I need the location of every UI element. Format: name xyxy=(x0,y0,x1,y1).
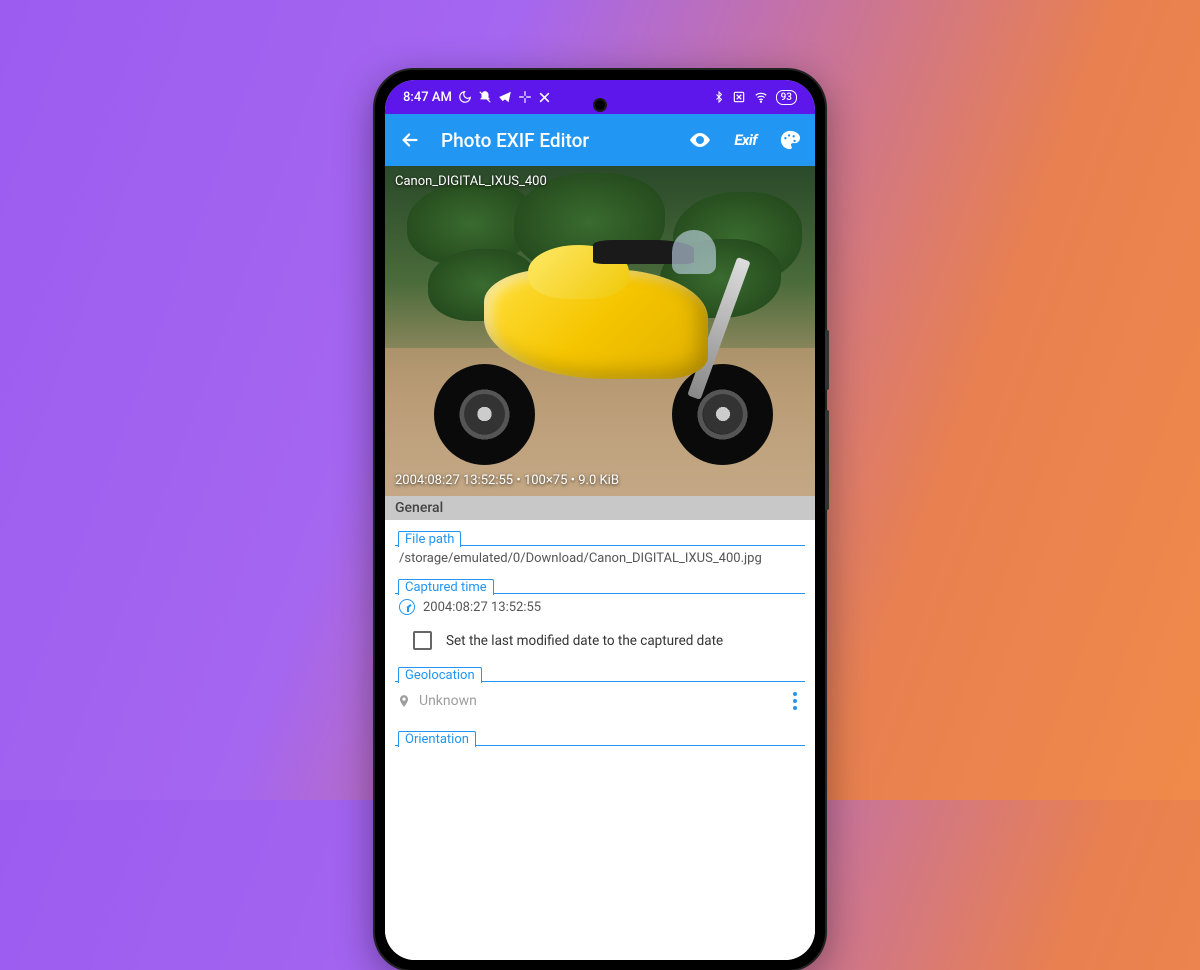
set-modified-date-row[interactable]: Set the last modified date to the captur… xyxy=(395,617,805,656)
field-file-path[interactable]: File path /storage/emulated/0/Download/C… xyxy=(395,528,805,568)
mute-icon xyxy=(478,90,492,104)
motorcycle-graphic xyxy=(419,225,780,469)
status-time: 8:47 AM xyxy=(403,90,452,105)
field-geolocation[interactable]: Geolocation Unknown xyxy=(395,664,805,720)
camera-model-label: Canon_DIGITAL_IXUS_400 xyxy=(395,174,547,189)
telegram-icon xyxy=(498,90,512,104)
bluetooth-icon xyxy=(713,90,725,104)
view-icon[interactable] xyxy=(688,128,712,152)
moon-icon xyxy=(458,90,472,104)
battery-indicator: 93 xyxy=(776,90,797,105)
screen: 8:47 AM 93 Photo EXIF Editor xyxy=(385,80,815,960)
pinwheel-icon xyxy=(518,90,532,104)
x-icon xyxy=(538,91,551,104)
photo-preview[interactable]: Canon_DIGITAL_IXUS_400 2004:08:27 13:52:… xyxy=(385,166,815,496)
field-captured-time[interactable]: Captured time 2004:08:27 13:52:55 xyxy=(395,576,805,617)
geolocation-value: Unknown xyxy=(419,693,477,709)
checkbox[interactable] xyxy=(413,631,432,650)
field-label: Orientation xyxy=(398,731,476,747)
pin-icon xyxy=(397,692,411,710)
geolocation-menu-button[interactable] xyxy=(787,686,803,716)
fields-container: File path /storage/emulated/0/Download/C… xyxy=(385,520,815,960)
no-sim-icon xyxy=(732,90,746,104)
app-bar: Photo EXIF Editor Exif xyxy=(385,114,815,166)
file-path-value: /storage/emulated/0/Download/Canon_DIGIT… xyxy=(395,546,805,568)
captured-time-value: 2004:08:27 13:52:55 xyxy=(423,600,541,615)
image-meta-label: 2004:08:27 13:52:55 • 100×75 • 9.0 KiB xyxy=(395,473,619,488)
palette-icon[interactable] xyxy=(779,129,801,151)
field-orientation[interactable]: Orientation xyxy=(395,728,805,746)
clock-icon xyxy=(399,599,415,615)
field-label: File path xyxy=(398,531,461,547)
field-label: Captured time xyxy=(398,579,494,595)
exif-button[interactable]: Exif xyxy=(734,131,757,149)
phone-frame: 8:47 AM 93 Photo EXIF Editor xyxy=(375,70,825,970)
camera-hole xyxy=(593,98,607,112)
back-button[interactable] xyxy=(399,129,421,151)
section-general: General xyxy=(385,496,815,520)
wifi-icon xyxy=(753,90,769,104)
side-button xyxy=(825,330,829,390)
checkbox-label: Set the last modified date to the captur… xyxy=(446,633,723,649)
app-title: Photo EXIF Editor xyxy=(441,129,668,152)
side-button xyxy=(825,410,829,510)
field-label: Geolocation xyxy=(398,667,482,683)
